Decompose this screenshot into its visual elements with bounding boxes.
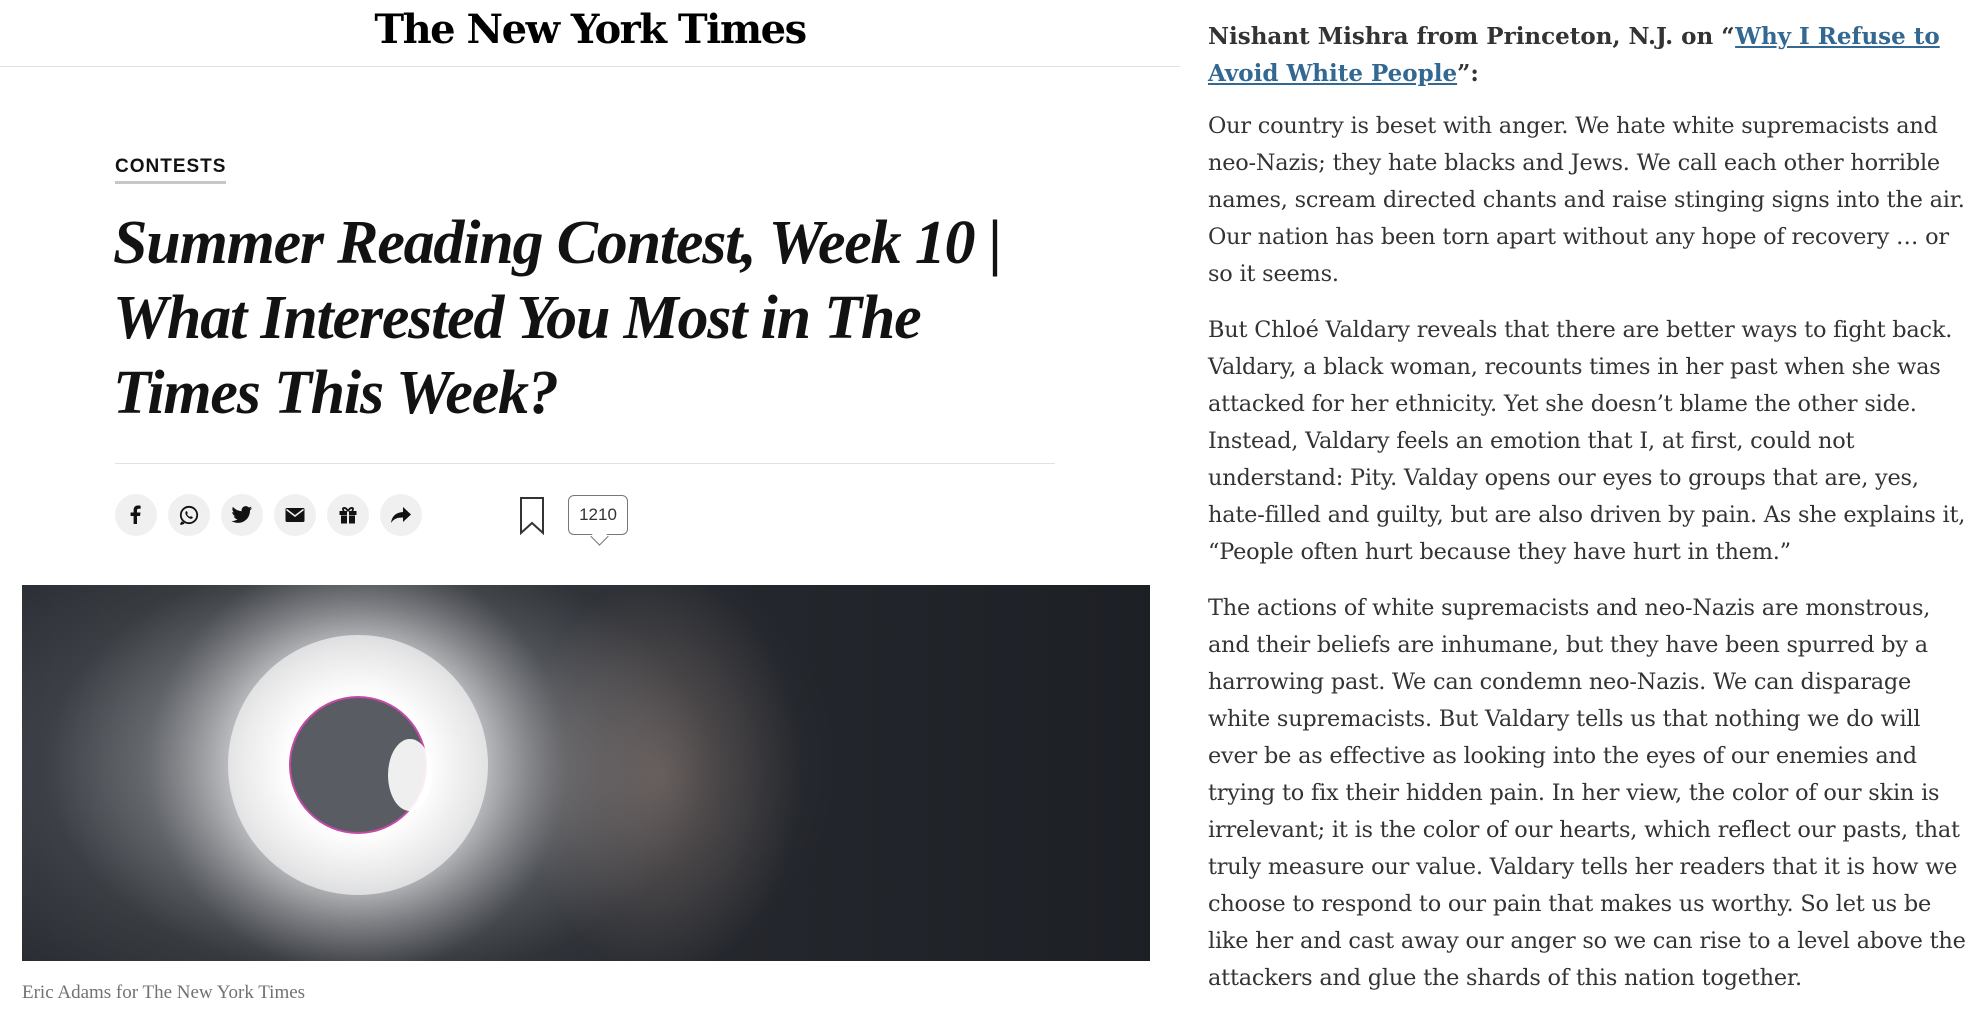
comment-paragraph: The actions of white supremacists and ne… (1208, 595, 1966, 991)
email-icon (285, 508, 305, 522)
headline-line: Times This Week? (113, 359, 559, 427)
section-kicker[interactable]: CONTESTS (115, 156, 227, 184)
whatsapp-share-button[interactable] (168, 494, 210, 536)
whatsapp-icon (179, 505, 199, 525)
solar-eclipse-image (22, 585, 1150, 961)
reader-comment-pane: Nishant Mishra from Princeton, N.J. on “… (1208, 18, 1968, 1016)
divider (115, 463, 1055, 464)
comment-paragraph: Our country is beset with anger. We hate… (1208, 113, 1965, 287)
comment-paragraph: But Chloé Valdary reveals that there are… (1208, 317, 1966, 565)
speech-bubble-tail (590, 527, 609, 546)
image-credit: Eric Adams for The New York Times (22, 982, 306, 1003)
open-quote: “ (1721, 23, 1736, 50)
close-quote: ”: (1457, 60, 1479, 87)
twitter-share-button[interactable] (221, 494, 263, 536)
comment-count: 1210 (579, 505, 617, 524)
more-share-button[interactable] (380, 494, 422, 536)
comment-author: Nishant Mishra from Princeton, N.J. on (1208, 23, 1722, 50)
gift-article-button[interactable] (327, 494, 369, 536)
bookmark-icon (520, 497, 544, 536)
facebook-icon (130, 505, 141, 524)
headline-line: What Interested You Most in The (113, 284, 922, 352)
comments-button[interactable]: 1210 (568, 495, 628, 546)
article-headline: Summer Reading Contest, Week 10 | What I… (113, 206, 1013, 431)
comment-header: Nishant Mishra from Princeton, N.J. on “… (1208, 18, 1968, 92)
article-pane: The New York Times CONTESTS Summer Readi… (0, 0, 1180, 1009)
headline-line: Summer Reading Contest, Week 10 | (113, 209, 1002, 277)
email-share-button[interactable] (274, 494, 316, 536)
masthead: The New York Times (0, 0, 1180, 67)
twitter-icon (231, 506, 253, 523)
share-icon (391, 507, 411, 523)
save-article-button[interactable] (518, 496, 546, 536)
hero-image (22, 585, 1150, 961)
nyt-logo[interactable]: The New York Times (0, 6, 1180, 53)
facebook-share-button[interactable] (115, 494, 157, 536)
gift-icon (339, 507, 357, 524)
